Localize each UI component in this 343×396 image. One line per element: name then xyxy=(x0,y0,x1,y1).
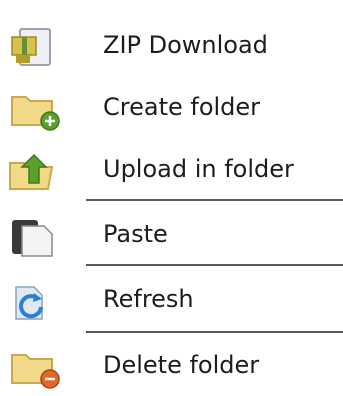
menu-item-refresh[interactable]: Refresh xyxy=(0,268,343,330)
menu-item-upload-in-folder[interactable]: Upload in folder xyxy=(0,138,343,200)
menu-separator xyxy=(86,331,343,333)
folder-delete-icon xyxy=(6,347,64,389)
menu-item-delete-folder[interactable]: Delete folder xyxy=(0,334,343,396)
menu-item-label: Upload in folder xyxy=(103,155,294,183)
menu-item-paste[interactable]: Paste xyxy=(0,203,343,265)
menu-separator xyxy=(86,199,343,201)
zip-file-icon xyxy=(6,27,64,69)
menu-item-label: Create folder xyxy=(103,93,261,121)
folder-upload-icon xyxy=(6,151,64,193)
context-menu: ZIP Download Create folder Upload in fol… xyxy=(0,0,343,394)
menu-item-label: Paste xyxy=(103,220,168,248)
menu-item-zip-download[interactable]: ZIP Download xyxy=(0,14,343,76)
refresh-icon xyxy=(6,281,64,323)
menu-item-create-folder[interactable]: Create folder xyxy=(0,76,343,138)
menu-item-label: Delete folder xyxy=(103,351,260,379)
menu-separator xyxy=(86,264,343,266)
folder-add-icon xyxy=(6,89,64,131)
menu-item-label: Refresh xyxy=(103,285,194,313)
paste-icon xyxy=(6,216,64,258)
menu-item-label: ZIP Download xyxy=(103,31,268,59)
